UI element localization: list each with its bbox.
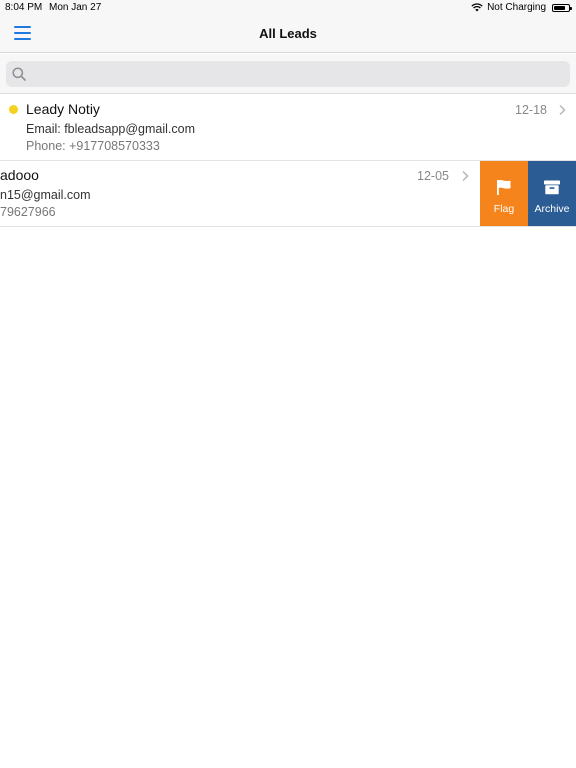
flag-button[interactable]: Flag bbox=[480, 161, 528, 226]
lead-phone: 79627966 bbox=[0, 205, 56, 219]
lead-phone: Phone: +917708570333 bbox=[26, 139, 160, 153]
search-bar bbox=[0, 54, 576, 94]
lead-name: adooo bbox=[0, 167, 39, 183]
page-title: All Leads bbox=[259, 26, 317, 41]
status-bar: 8:04 PM Mon Jan 27 Not Charging bbox=[0, 0, 576, 16]
status-dot bbox=[9, 105, 18, 114]
flag-icon bbox=[497, 180, 511, 195]
lead-row[interactable]: Leady Notiy Email: fbleadsapp@gmail.com … bbox=[0, 95, 576, 161]
wifi-icon bbox=[471, 3, 483, 12]
battery-icon bbox=[552, 3, 572, 12]
lead-date: 12-18 bbox=[515, 103, 547, 117]
archive-icon bbox=[544, 180, 560, 195]
chevron-right-icon bbox=[559, 104, 566, 116]
lead-name: Leady Notiy bbox=[26, 101, 100, 117]
archive-label: Archive bbox=[534, 203, 570, 215]
archive-button[interactable]: Archive bbox=[528, 161, 576, 226]
lead-email: n15@gmail.com bbox=[0, 188, 91, 202]
search-input[interactable] bbox=[6, 61, 570, 87]
lead-date: 12-05 bbox=[417, 169, 449, 183]
lead-email: Email: fbleadsapp@gmail.com bbox=[26, 122, 196, 136]
status-date: Mon Jan 27 bbox=[49, 2, 102, 13]
chevron-right-icon bbox=[462, 170, 469, 182]
charging-status: Not Charging bbox=[487, 2, 546, 13]
status-time: 8:04 PM bbox=[5, 2, 43, 13]
navigation-bar: All Leads bbox=[0, 16, 576, 53]
status-indicators: Not Charging bbox=[471, 2, 572, 13]
lead-row-swiped[interactable]: adooo n15@gmail.com 79627966 12-05 Flag … bbox=[0, 161, 576, 227]
flag-label: Flag bbox=[493, 203, 515, 215]
